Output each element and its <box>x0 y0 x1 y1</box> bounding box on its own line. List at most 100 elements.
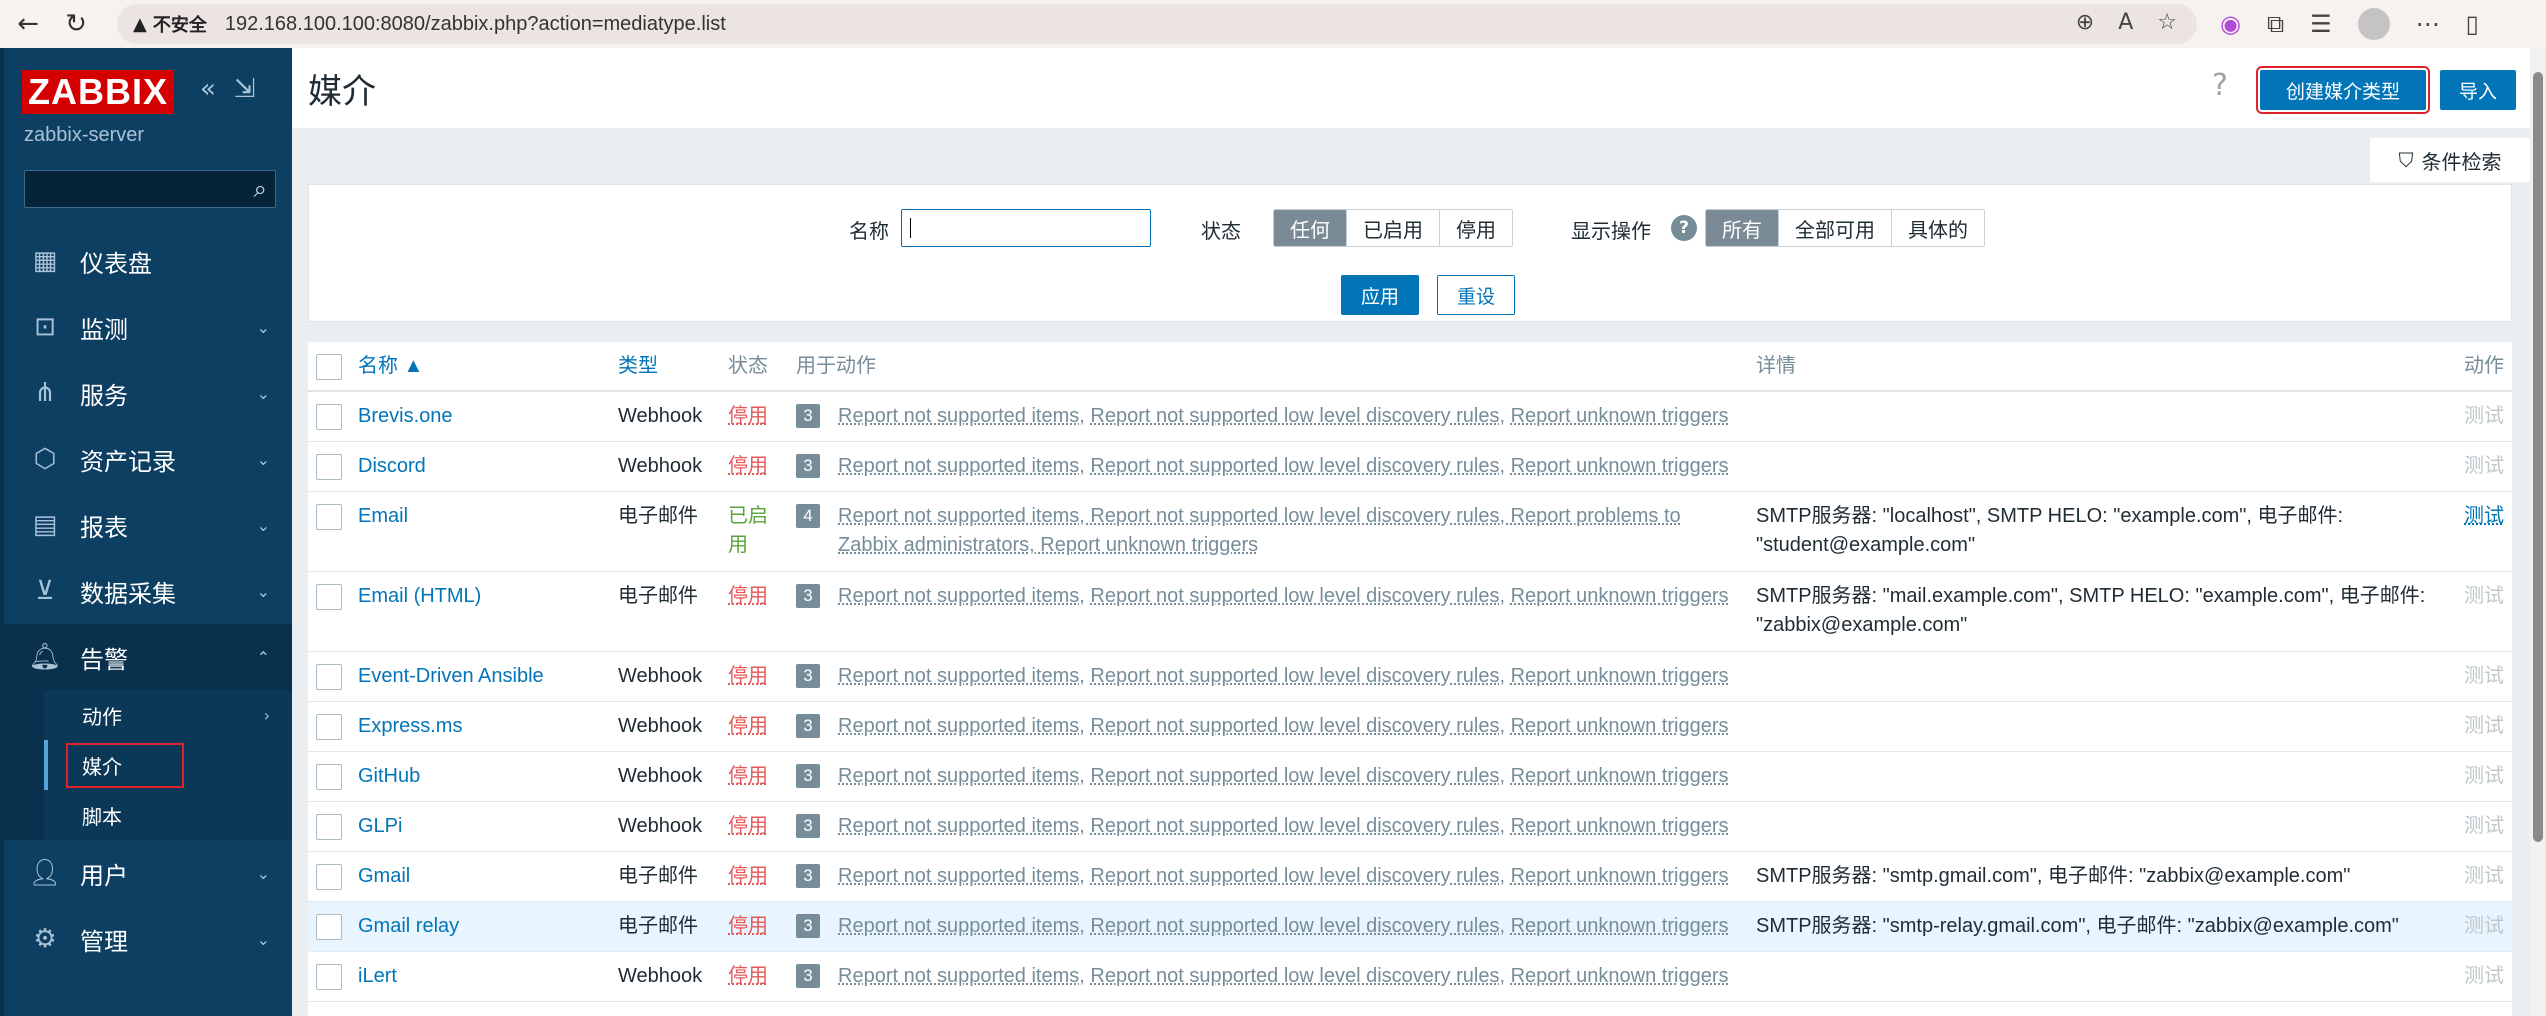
action-link[interactable]: Report not supported items <box>838 665 1079 687</box>
action-link[interactable]: Report unknown triggers <box>1511 405 1729 427</box>
action-link[interactable]: Report not supported low level discovery… <box>1090 585 1499 607</box>
menu-item-inventory[interactable]: ⬡ 资产记录 ⌄ <box>4 426 292 492</box>
media-type-name-link[interactable]: Gmail relay <box>358 912 459 941</box>
media-type-name-link[interactable]: Express.ms <box>358 712 462 741</box>
media-type-name-link[interactable]: Event-Driven Ansible <box>358 662 544 691</box>
action-link[interactable]: Report not supported low level discovery… <box>1090 865 1499 887</box>
menu-item-administration[interactable]: ⚙ 管理 ⌄ <box>4 906 292 972</box>
action-link[interactable]: Report not supported items <box>838 765 1079 787</box>
zoom-icon[interactable]: ⊕ <box>2076 10 2094 35</box>
search-icon[interactable]: ⌕ <box>254 175 267 203</box>
menu-item-dashboard[interactable]: ▦ 仪表盘 <box>4 228 292 294</box>
media-type-name-link[interactable]: Brevis.one <box>358 402 453 431</box>
more-icon[interactable]: ⋯ <box>2416 10 2440 38</box>
status-toggle[interactable]: 停用 <box>728 912 768 941</box>
create-media-type-button[interactable]: 创建媒介类型 <box>2256 66 2430 114</box>
media-type-name-link[interactable]: Email <box>358 502 408 531</box>
sidebar-search-input[interactable]: ⌕ <box>24 170 276 208</box>
menu-item-data-collection[interactable]: ⊻ 数据采集 ⌄ <box>4 558 292 624</box>
status-toggle[interactable]: 停用 <box>728 662 768 691</box>
status-toggle[interactable]: 已启用 <box>728 502 772 560</box>
status-toggle[interactable]: 停用 <box>728 762 768 791</box>
name-filter-input[interactable] <box>901 209 1151 247</box>
status-toggle[interactable]: 停用 <box>728 402 768 431</box>
status-option-enabled[interactable]: 已启用 <box>1347 210 1440 246</box>
select-all-checkbox[interactable] <box>316 354 342 380</box>
show-option-all[interactable]: 所有 <box>1706 210 1779 246</box>
media-type-name-link[interactable]: iLert <box>358 962 397 991</box>
row-checkbox[interactable] <box>316 664 342 690</box>
status-option-any[interactable]: 任何 <box>1274 210 1347 246</box>
used-in-actions-line1[interactable]: Report not supported items, Report not s… <box>838 502 1681 531</box>
menu-item-users[interactable]: 👤︎ 用户 ⌄ <box>4 840 292 906</box>
reload-icon[interactable]: ↻ <box>56 4 96 44</box>
status-toggle[interactable]: 停用 <box>728 452 768 481</box>
row-checkbox[interactable] <box>316 504 342 530</box>
status-toggle[interactable]: 停用 <box>728 962 768 991</box>
url-text[interactable]: 192.168.100.100:8080/zabbix.php?action=m… <box>225 13 726 36</box>
copilot-icon[interactable]: ◉ <box>2220 10 2241 38</box>
status-toggle[interactable]: 停用 <box>728 862 768 891</box>
action-link[interactable]: Report unknown triggers <box>1511 915 1729 937</box>
submenu-item-media-types[interactable]: 媒介 <box>44 740 292 790</box>
collapse-sidebar-icon[interactable]: « <box>200 74 216 104</box>
show-option-specific[interactable]: 具体的 <box>1892 210 1984 246</box>
action-link[interactable]: Report unknown triggers <box>1511 455 1729 477</box>
action-link[interactable]: Report not supported items <box>838 915 1079 937</box>
back-icon[interactable]: ← <box>8 4 48 44</box>
action-link[interactable]: Report not supported items <box>838 965 1079 987</box>
column-header-type[interactable]: 类型 <box>618 352 658 381</box>
help-question-icon[interactable]: ? <box>1671 215 1697 241</box>
show-option-all-available[interactable]: 全部可用 <box>1779 210 1892 246</box>
action-link[interactable]: Report not supported low level discovery… <box>1090 715 1499 737</box>
row-checkbox[interactable] <box>316 454 342 480</box>
reset-button[interactable]: 重设 <box>1437 275 1515 315</box>
row-checkbox[interactable] <box>316 914 342 940</box>
scrollbar-thumb[interactable] <box>2533 72 2543 842</box>
action-link[interactable]: Report unknown triggers <box>1511 965 1729 987</box>
profile-avatar[interactable] <box>2357 8 2390 40</box>
media-type-name-link[interactable]: Email (HTML) <box>358 582 481 611</box>
menu-item-services[interactable]: ⋔ 服务 ⌄ <box>4 360 292 426</box>
status-toggle[interactable]: 停用 <box>728 812 768 841</box>
action-link[interactable]: Report unknown triggers <box>1511 665 1729 687</box>
favorites-icon[interactable]: ☰ <box>2310 10 2332 38</box>
menu-item-reports[interactable]: ▤ 报表 ⌄ <box>4 492 292 558</box>
action-link[interactable]: Report not supported items <box>838 405 1079 427</box>
action-link[interactable]: Report not supported items <box>838 585 1079 607</box>
media-type-name-link[interactable]: GLPi <box>358 812 402 841</box>
row-checkbox[interactable] <box>316 814 342 840</box>
extensions-icon[interactable]: ⧉ <box>2267 10 2284 38</box>
action-link[interactable]: Report not supported low level discovery… <box>1090 405 1499 427</box>
kiosk-mode-icon[interactable]: ⇲ <box>234 74 256 104</box>
test-link[interactable]: 测试 <box>2464 502 2504 531</box>
submenu-item-scripts[interactable]: 脚本 <box>44 790 292 840</box>
help-icon[interactable]: ? <box>2212 68 2228 103</box>
row-checkbox[interactable] <box>316 714 342 740</box>
media-type-name-link[interactable]: Gmail <box>358 862 410 891</box>
favorite-star-icon[interactable]: ☆ <box>2157 10 2177 35</box>
action-link[interactable]: Report not supported low level discovery… <box>1090 965 1499 987</box>
action-link[interactable]: Report not supported items <box>838 455 1079 477</box>
action-link[interactable]: Report not supported low level discovery… <box>1090 765 1499 787</box>
import-button[interactable]: 导入 <box>2440 70 2516 110</box>
apply-button[interactable]: 应用 <box>1341 275 1419 315</box>
column-header-name[interactable]: 名称 ▲ <box>358 352 423 381</box>
row-checkbox[interactable] <box>316 404 342 430</box>
media-type-name-link[interactable]: GitHub <box>358 762 420 791</box>
menu-item-monitoring[interactable]: ⊡ 监测 ⌄ <box>4 294 292 360</box>
action-link[interactable]: Report unknown triggers <box>1511 815 1729 837</box>
submenu-item-actions[interactable]: 动作 › <box>44 690 292 740</box>
media-type-name-link[interactable]: Discord <box>358 452 426 481</box>
action-link[interactable]: Report not supported low level discovery… <box>1090 455 1499 477</box>
used-in-actions-line2[interactable]: Zabbix administrators, Report unknown tr… <box>838 531 1258 560</box>
status-option-disabled[interactable]: 停用 <box>1440 210 1512 246</box>
status-toggle[interactable]: 停用 <box>728 582 768 611</box>
zabbix-logo[interactable]: ZABBIX <box>22 70 174 114</box>
action-link[interactable]: Report not supported items <box>838 815 1079 837</box>
action-link[interactable]: Report not supported items <box>838 715 1079 737</box>
address-bar[interactable]: ▲ 不安全 192.168.100.100:8080/zabbix.php?ac… <box>117 4 2197 44</box>
sidebar-toggle-icon[interactable]: ▯ <box>2466 10 2479 38</box>
action-link[interactable]: Report not supported low level discovery… <box>1090 665 1499 687</box>
page-scrollbar[interactable] <box>2530 48 2546 1016</box>
